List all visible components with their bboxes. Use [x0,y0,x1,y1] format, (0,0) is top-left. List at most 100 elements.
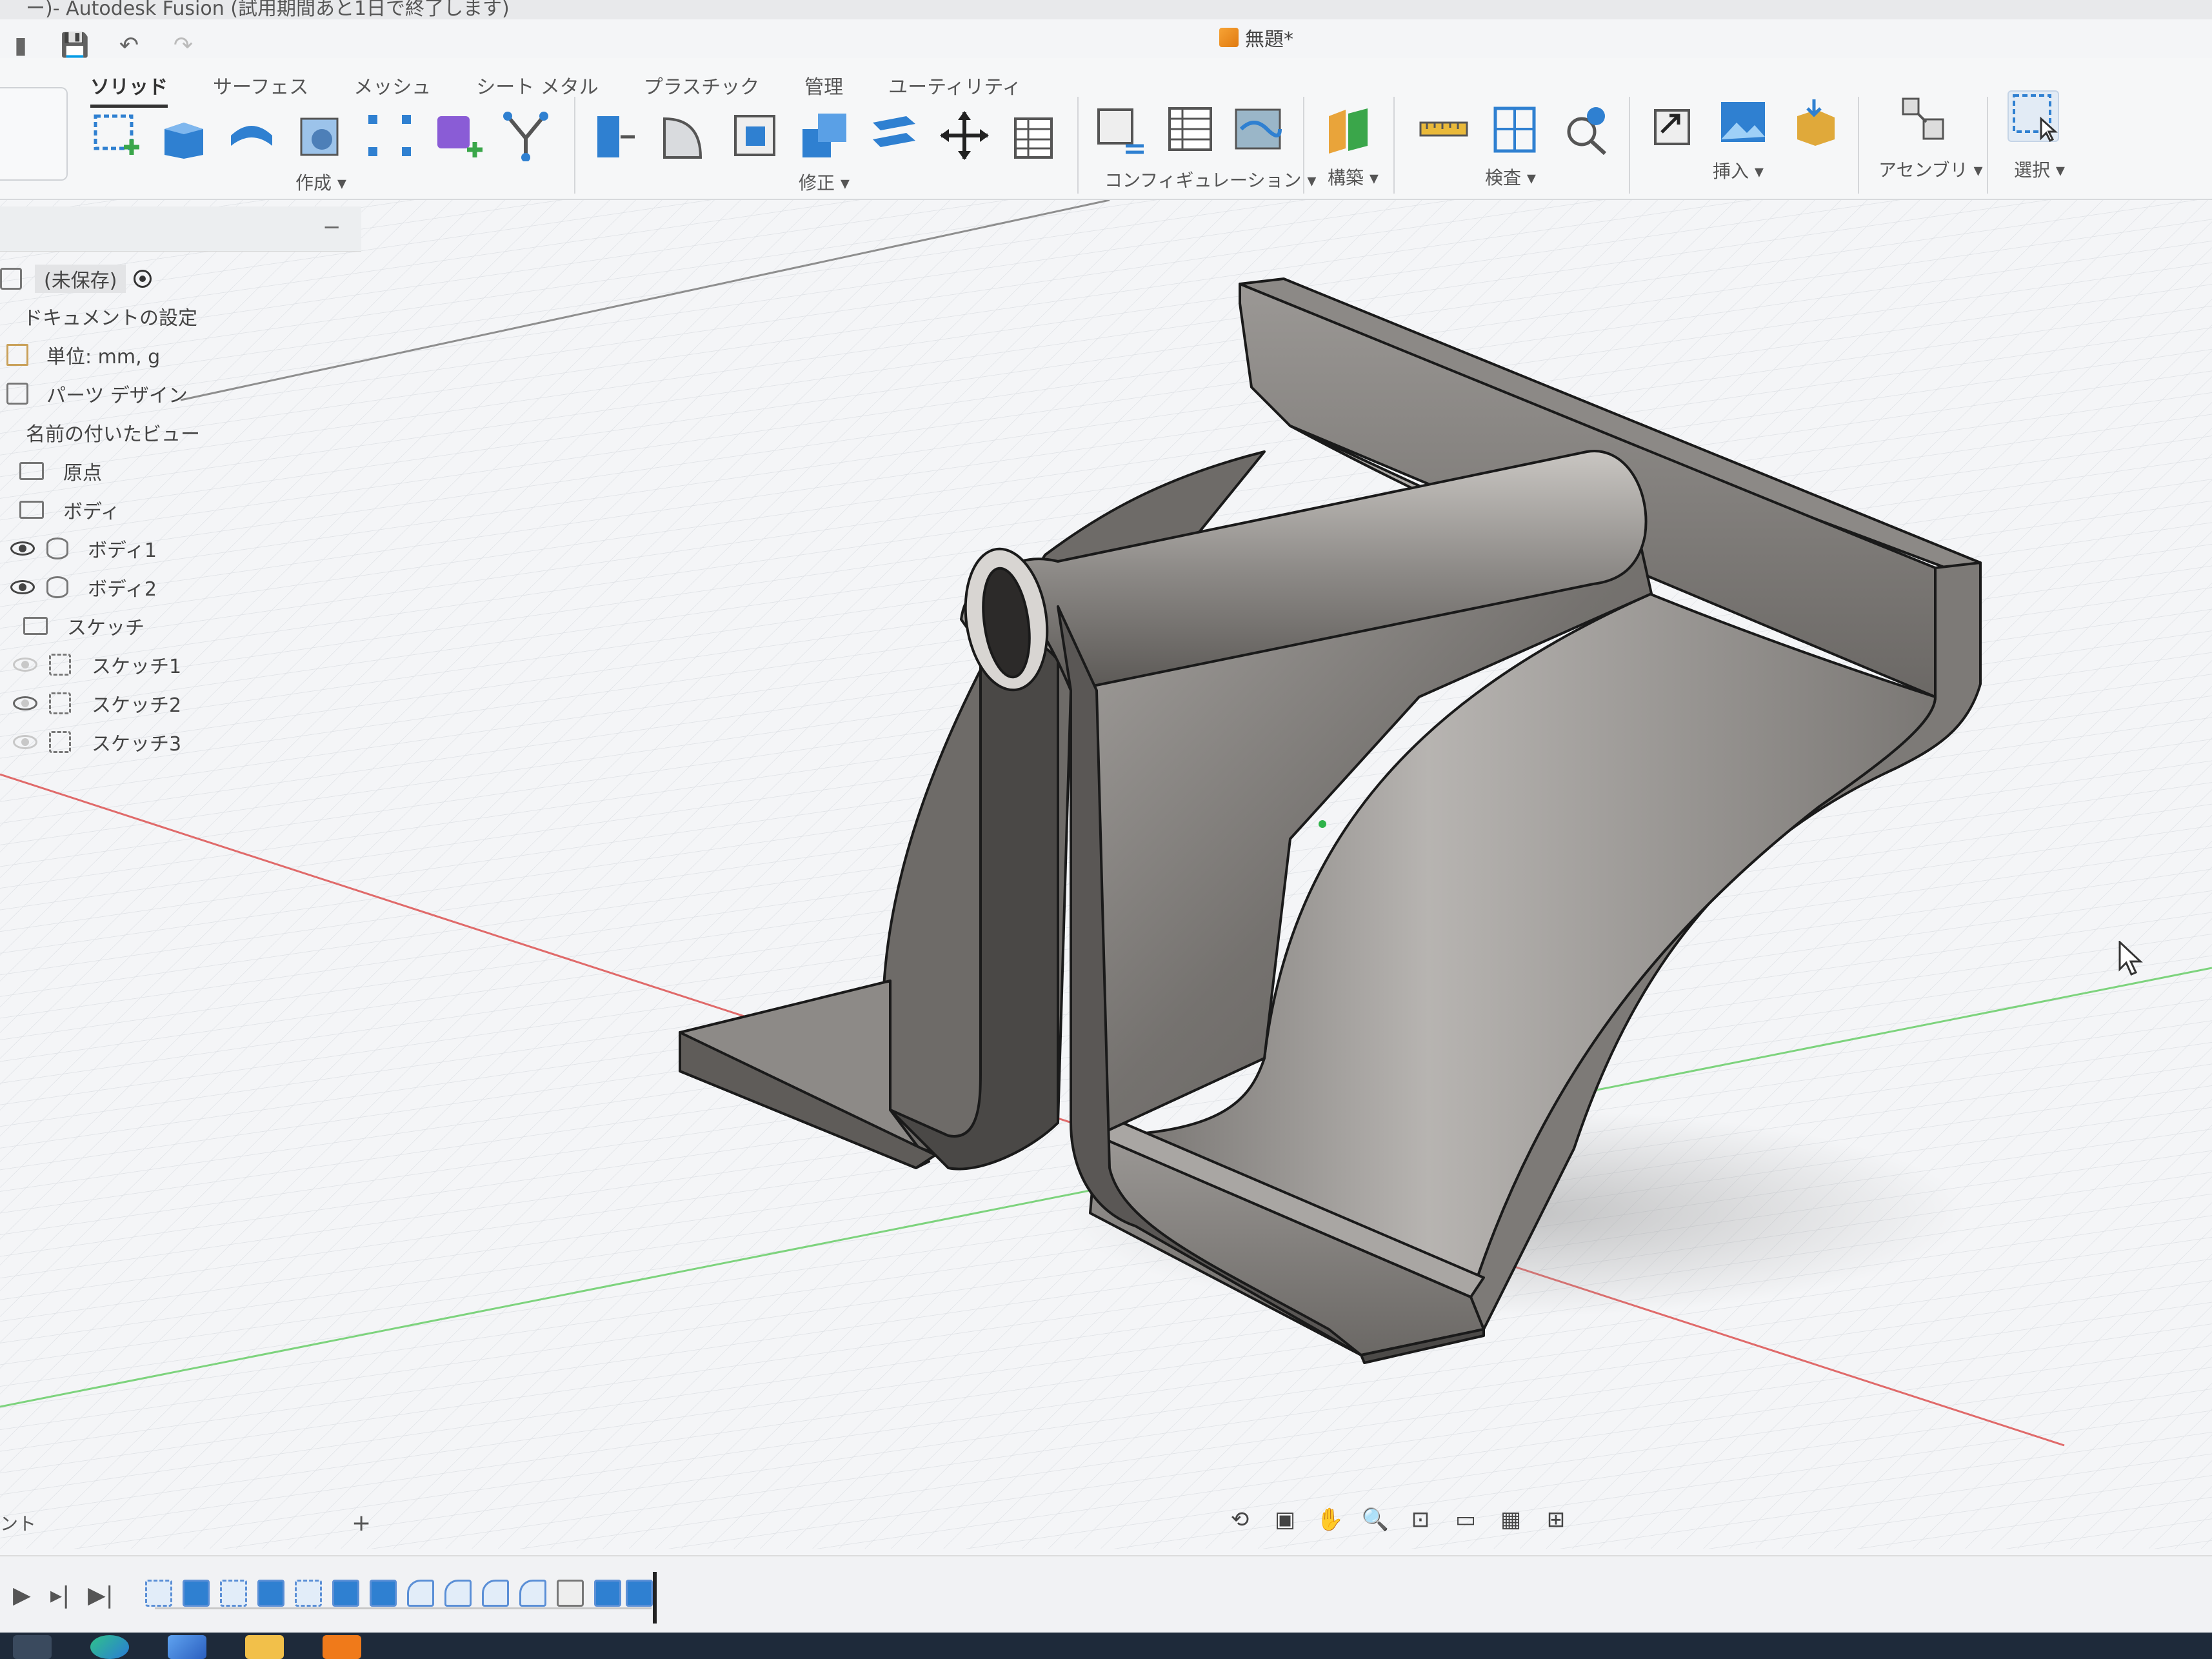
undo-icon[interactable]: ↶ [115,31,143,59]
form-icon[interactable] [500,110,552,161]
combine-icon[interactable] [799,110,850,161]
browser-item-sketches[interactable]: スケッチ [23,608,144,644]
timeline-shell-icon[interactable] [557,1580,584,1607]
timeline-extrude-icon[interactable] [370,1580,397,1607]
configuration-table-icon[interactable] [1164,103,1216,155]
file-explorer-icon[interactable] [245,1635,284,1659]
timeline-fillet-icon[interactable] [519,1580,546,1607]
timeline-fillet-icon[interactable] [482,1580,509,1607]
browser-collapse-button[interactable]: − [323,214,341,240]
look-at-icon[interactable]: ▣ [1271,1507,1299,1533]
tab-solid[interactable]: ソリッド [90,71,168,108]
display-settings-icon[interactable]: ▭ [1451,1507,1480,1533]
timeline-extrude-icon[interactable] [183,1580,210,1607]
new-component-icon[interactable] [432,110,484,161]
section-analysis-icon[interactable] [1489,103,1540,155]
browser-item-sketch1[interactable]: スケッチ1 [13,647,181,683]
timeline-marker[interactable] [653,1572,657,1624]
fillet-icon[interactable] [658,110,710,161]
grid-snaps-icon[interactable]: ▦ [1497,1507,1525,1533]
save-icon[interactable]: 💾 [61,31,90,59]
orbit-icon[interactable]: ⟲ [1226,1507,1254,1533]
timeline-sketch-icon[interactable] [220,1580,247,1607]
extrude-icon[interactable] [158,110,210,161]
create-sketch-icon[interactable] [90,110,142,161]
tab-surface[interactable]: サーフェス [213,71,308,108]
timeline-fillet-icon[interactable] [444,1580,472,1607]
visibility-eye-icon[interactable] [10,580,35,594]
insert-derive-icon[interactable] [1646,100,1698,152]
visibility-eye-icon[interactable] [10,541,35,556]
browser-item-units[interactable]: 単位: mm, g [6,337,160,373]
tab-utilities[interactable]: ユーティリティ [888,71,1021,108]
step-forward-icon[interactable]: ▸| [50,1582,70,1609]
play-icon[interactable]: ▶ [13,1582,31,1609]
insert-group-label[interactable]: 挿入 ▾ [1713,157,1764,183]
browser-item-part-design[interactable]: パーツ デザイン [6,376,188,412]
visibility-eye-icon[interactable] [13,735,37,749]
pan-icon[interactable]: ✋ [1316,1507,1344,1533]
shell-icon[interactable] [729,110,781,161]
timeline-fillet-icon[interactable] [407,1580,434,1607]
configure-design-icon[interactable] [1093,103,1145,155]
activate-radio-icon[interactable] [134,270,152,288]
revolve-icon[interactable] [226,110,277,161]
browser-item-body2[interactable]: ボディ2 [10,569,157,605]
construct-plane-icon[interactable] [1322,103,1374,155]
timeline-extrude-icon[interactable] [332,1580,359,1607]
create-group-label[interactable]: 作成 ▾ [295,169,346,195]
timeline-extrude-icon[interactable] [257,1580,284,1607]
browser-root[interactable]: (未保存) [0,261,152,297]
timeline-sketch-icon[interactable] [295,1580,322,1607]
task-view-icon[interactable] [13,1635,52,1659]
add-comment-button[interactable]: + [352,1510,371,1536]
zoom-icon[interactable]: 🔍 [1361,1507,1390,1533]
comments-panel-label[interactable]: ント [0,1510,36,1536]
go-to-end-icon[interactable]: ▶| [88,1582,114,1609]
browser-item-origin[interactable]: 原点 [19,453,102,489]
fusion-taskbar-icon[interactable] [323,1635,361,1659]
construct-group-label[interactable]: 構築 ▾ [1328,164,1379,190]
select-group-label[interactable]: 選択 ▾ [2014,156,2065,182]
change-parameters-icon[interactable] [1006,110,1058,161]
browser-item-bodies[interactable]: ボディ [19,492,120,528]
press-pull-icon[interactable] [587,110,639,161]
tab-sheet-metal[interactable]: シート メタル [476,71,599,108]
move-icon[interactable] [939,110,990,161]
viewports-icon[interactable]: ⊞ [1542,1507,1570,1533]
tab-mesh[interactable]: メッシュ [354,71,431,108]
visibility-eye-icon[interactable] [13,658,37,672]
browser-item-named-views[interactable]: 名前の付いたビュー [26,414,200,450]
workspace-switcher[interactable] [0,87,68,181]
browser-item-sketch2[interactable]: スケッチ2 [13,685,181,721]
configuration-group-label[interactable]: コンフィギュレーション ▾ [1104,166,1316,192]
browser-item-doc-settings[interactable]: ドキュメントの設定 [23,298,197,334]
browser-item-sketch3[interactable]: スケッチ3 [13,724,181,760]
tab-manage[interactable]: 管理 [804,71,843,108]
document-tab[interactable]: 無題* [1219,23,1293,52]
offset-face-icon[interactable] [868,110,919,161]
tab-plastic[interactable]: プラスチック [644,71,759,108]
inspect-group-label[interactable]: 検査 ▾ [1485,164,1536,190]
browser-item-body1[interactable]: ボディ1 [10,530,157,567]
joint-icon[interactable] [1898,94,1949,145]
timeline-combine-icon[interactable] [626,1580,653,1607]
measure-icon[interactable] [1418,103,1470,155]
timeline-sketch-icon[interactable] [145,1580,172,1607]
hidden-eye-icon[interactable] [13,696,37,710]
interference-icon[interactable] [1560,103,1611,155]
hole-icon[interactable] [294,110,345,161]
edge-browser-icon[interactable] [90,1635,129,1659]
insert-mcmaster-icon[interactable] [1788,97,1840,148]
configuration-rule-icon[interactable] [1232,103,1284,155]
fit-icon[interactable]: ⊡ [1406,1507,1435,1533]
pattern-icon[interactable] [364,110,416,161]
insert-canvas-icon[interactable] [1717,97,1769,148]
window-select-icon[interactable] [2008,90,2059,142]
redo-icon[interactable]: ↷ [169,31,197,59]
modify-group-label[interactable]: 修正 ▾ [799,169,850,195]
assemble-group-label[interactable]: アセンブリ ▾ [1878,156,1983,182]
app-icon[interactable] [168,1635,206,1659]
timeline-combine-icon[interactable] [594,1580,621,1607]
origin-point[interactable] [1319,820,1326,828]
